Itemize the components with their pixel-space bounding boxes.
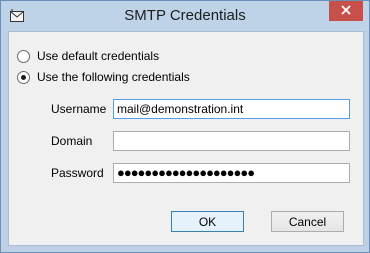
domain-label: Domain <box>51 134 93 148</box>
username-field[interactable]: mail@demonstration.int <box>113 99 350 119</box>
radio-default-credentials[interactable]: Use default credentials <box>17 48 159 64</box>
password-field[interactable]: ●●●●●●●●●●●●●●●●●●●● <box>113 163 350 183</box>
password-label: Password <box>51 166 104 180</box>
window-title: SMTP Credentials <box>124 7 246 24</box>
username-label: Username <box>51 102 107 116</box>
close-button[interactable] <box>329 1 363 21</box>
cancel-button[interactable]: Cancel <box>271 211 344 232</box>
dialog-body: Use default credentials Use the followin… <box>8 31 364 246</box>
title-bar[interactable]: SMTP Credentials <box>1 1 369 31</box>
close-icon <box>341 4 351 18</box>
dialog-window: SMTP Credentials Use default credentials… <box>0 0 370 253</box>
ok-button[interactable]: OK <box>171 211 244 232</box>
radio-button-checked[interactable] <box>17 70 30 84</box>
domain-field[interactable] <box>113 131 350 151</box>
radio-label: Use the following credentials <box>37 70 190 84</box>
radio-label: Use default credentials <box>37 49 160 63</box>
radio-button-unchecked[interactable] <box>17 49 30 63</box>
radio-following-credentials[interactable]: Use the following credentials <box>17 69 190 85</box>
